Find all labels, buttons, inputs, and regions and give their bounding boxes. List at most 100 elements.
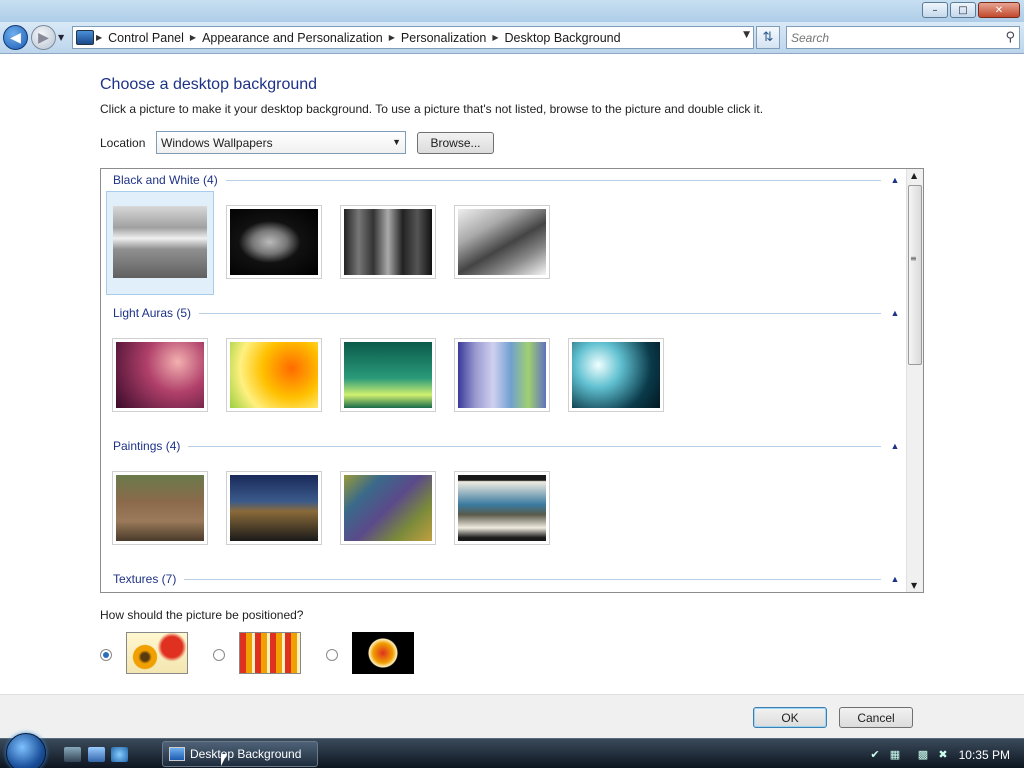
recent-pages-dropdown-icon[interactable]: ▼ bbox=[58, 33, 64, 42]
radio-fit-to-screen[interactable] bbox=[100, 649, 112, 661]
group-label: Light Auras (5) bbox=[113, 306, 192, 320]
back-button[interactable]: ◀ bbox=[3, 25, 28, 50]
group-header-textures[interactable]: Textures (7) ▲ bbox=[113, 572, 901, 586]
network-icon[interactable]: ▩ bbox=[916, 747, 930, 761]
wallpaper-image bbox=[572, 342, 660, 408]
group-label: Textures (7) bbox=[113, 572, 177, 586]
title-bar: – □ ✕ bbox=[0, 0, 1024, 22]
start-button[interactable] bbox=[6, 733, 46, 768]
chevron-down-icon: ▼ bbox=[392, 137, 401, 147]
taskbar-item-desktop-background[interactable]: Desktop Background bbox=[162, 741, 318, 767]
back-arrow-icon: ◀ bbox=[10, 29, 21, 46]
breadcrumb-personalization[interactable]: Personalization bbox=[397, 31, 490, 45]
breadcrumb-separator-icon[interactable]: ▶ bbox=[94, 33, 104, 42]
wallpaper-thumbnail[interactable] bbox=[226, 205, 322, 279]
wallpaper-thumbnail-selected[interactable] bbox=[106, 191, 214, 295]
scrollbar-thumb[interactable] bbox=[908, 185, 922, 365]
gallery-scrollbar[interactable]: ▲ ≡ ▼ bbox=[906, 169, 923, 592]
wallpaper-image bbox=[458, 475, 546, 541]
close-button[interactable]: ✕ bbox=[978, 2, 1020, 18]
forward-button[interactable]: ▶ bbox=[31, 25, 56, 50]
refresh-icon: ⇅ bbox=[762, 30, 774, 45]
forward-arrow-icon: ▶ bbox=[38, 29, 49, 46]
group-divider bbox=[225, 179, 881, 181]
control-panel-icon bbox=[76, 30, 94, 45]
wallpaper-image bbox=[230, 475, 318, 541]
wallpaper-thumbnail[interactable] bbox=[112, 338, 208, 412]
wallpaper-thumbnail[interactable] bbox=[226, 471, 322, 545]
page-instructions: Click a picture to make it your desktop … bbox=[100, 102, 764, 116]
scroll-up-icon[interactable]: ▲ bbox=[911, 171, 917, 180]
breadcrumb-desktop-background[interactable]: Desktop Background bbox=[501, 31, 625, 45]
group-divider bbox=[199, 312, 881, 314]
position-question: How should the picture be positioned? bbox=[100, 608, 304, 622]
windows-update-icon[interactable]: ▦ bbox=[888, 747, 902, 761]
group-label: Paintings (4) bbox=[113, 439, 181, 453]
wallpaper-image bbox=[116, 475, 204, 541]
collapse-icon[interactable]: ▲ bbox=[889, 175, 901, 185]
location-value: Windows Wallpapers bbox=[161, 136, 273, 150]
wallpaper-thumbnail[interactable] bbox=[340, 338, 436, 412]
wallpaper-thumbnail[interactable] bbox=[568, 338, 664, 412]
address-bar[interactable]: ▶ Control Panel ▶ Appearance and Persona… bbox=[72, 26, 754, 49]
wallpaper-thumbnail[interactable] bbox=[226, 338, 322, 412]
page-title: Choose a desktop background bbox=[100, 76, 318, 93]
cancel-button[interactable]: Cancel bbox=[839, 707, 913, 728]
search-box[interactable]: ⚲ bbox=[786, 26, 1020, 49]
wallpaper-thumbnail[interactable] bbox=[454, 471, 550, 545]
scrollbar-grip-icon: ≡ bbox=[910, 254, 917, 263]
show-desktop-icon[interactable] bbox=[64, 747, 81, 762]
browse-button[interactable]: Browse... bbox=[417, 132, 494, 154]
fit-to-screen-preview[interactable] bbox=[126, 632, 188, 674]
internet-explorer-icon[interactable] bbox=[111, 747, 128, 762]
search-input[interactable] bbox=[787, 30, 987, 45]
system-tray: ✔ ▦ ▩ ✖ 10:35 PM bbox=[862, 741, 1024, 767]
dialog-footer: OK Cancel bbox=[0, 694, 1024, 738]
collapse-icon[interactable]: ▲ bbox=[889, 441, 901, 451]
wallpaper-image bbox=[344, 475, 432, 541]
volume-muted-icon[interactable]: ✖ bbox=[936, 747, 950, 761]
breadcrumb-separator-icon[interactable]: ▶ bbox=[490, 33, 500, 42]
group-divider bbox=[184, 578, 881, 580]
control-panel-icon bbox=[169, 747, 185, 761]
taskbar: Desktop Background ✔ ▦ ▩ ✖ 10:35 PM bbox=[0, 733, 1024, 768]
security-center-icon[interactable]: ✔ bbox=[868, 747, 882, 761]
refresh-button[interactable]: ⇅ bbox=[756, 26, 780, 49]
wallpaper-image bbox=[230, 209, 318, 275]
search-icon[interactable]: ⚲ bbox=[1005, 30, 1015, 45]
wallpaper-image bbox=[116, 342, 204, 408]
clock[interactable]: 10:35 PM bbox=[959, 748, 1010, 762]
maximize-button[interactable]: □ bbox=[950, 2, 976, 18]
group-header-light-auras[interactable]: Light Auras (5) ▲ bbox=[113, 306, 901, 320]
wallpaper-thumbnail[interactable] bbox=[340, 471, 436, 545]
center-preview[interactable] bbox=[352, 632, 414, 674]
breadcrumb-separator-icon[interactable]: ▶ bbox=[387, 33, 397, 42]
wallpaper-gallery: Black and White (4) ▲ Light Auras (5) ▲ … bbox=[100, 168, 924, 593]
wallpaper-thumbnail[interactable] bbox=[112, 471, 208, 545]
group-header-black-and-white[interactable]: Black and White (4) ▲ bbox=[113, 173, 901, 187]
wallpaper-image bbox=[113, 206, 207, 278]
group-header-paintings[interactable]: Paintings (4) ▲ bbox=[113, 439, 901, 453]
wallpaper-image bbox=[458, 342, 546, 408]
collapse-icon[interactable]: ▲ bbox=[889, 574, 901, 584]
breadcrumb-separator-icon[interactable]: ▶ bbox=[188, 33, 198, 42]
radio-tile[interactable] bbox=[213, 649, 225, 661]
radio-center[interactable] bbox=[326, 649, 338, 661]
scroll-down-icon[interactable]: ▼ bbox=[911, 581, 917, 590]
wallpaper-image bbox=[230, 342, 318, 408]
mouse-pointer-icon bbox=[221, 754, 227, 766]
tile-preview[interactable] bbox=[239, 632, 301, 674]
wallpaper-thumbnail[interactable] bbox=[340, 205, 436, 279]
switch-windows-icon[interactable] bbox=[88, 747, 105, 762]
breadcrumb-appearance[interactable]: Appearance and Personalization bbox=[198, 31, 387, 45]
wallpaper-thumbnail[interactable] bbox=[454, 205, 550, 279]
location-dropdown[interactable]: Windows Wallpapers ▼ bbox=[156, 131, 406, 154]
ok-button[interactable]: OK bbox=[753, 707, 827, 728]
window-controls: – □ ✕ bbox=[922, 2, 1020, 18]
wallpaper-thumbnail[interactable] bbox=[454, 338, 550, 412]
address-dropdown-icon[interactable]: ▼ bbox=[743, 30, 750, 40]
minimize-button[interactable]: – bbox=[922, 2, 948, 18]
collapse-icon[interactable]: ▲ bbox=[889, 308, 901, 318]
location-label: Location bbox=[100, 136, 146, 150]
breadcrumb-control-panel[interactable]: Control Panel bbox=[104, 31, 188, 45]
